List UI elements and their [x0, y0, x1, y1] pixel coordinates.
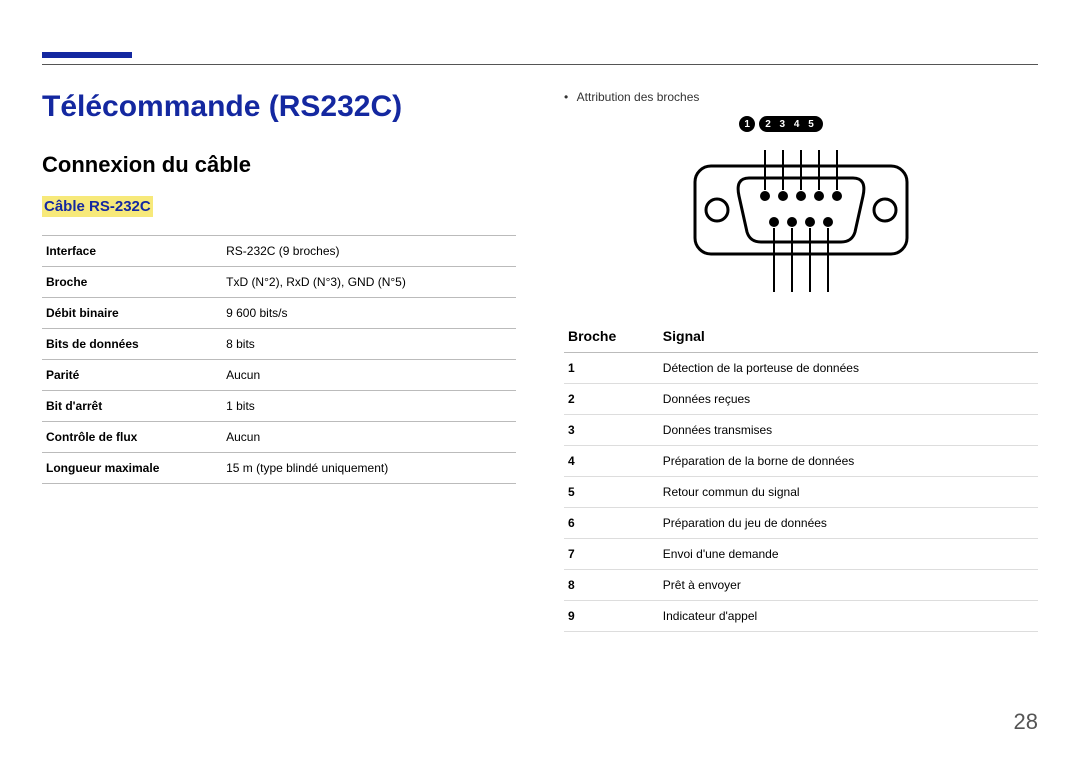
bullet-row: • Attribution des broches — [564, 90, 1038, 104]
spec-value: 9 600 bits/s — [222, 298, 516, 329]
spec-value: 15 m (type blindé uniquement) — [222, 453, 516, 484]
table-row: 8Prêt à envoyer — [564, 570, 1038, 601]
pin-number: 8 — [564, 570, 659, 601]
table-row: 7Envoi d'une demande — [564, 539, 1038, 570]
pin-number: 4 — [564, 446, 659, 477]
pin-number: 5 — [564, 477, 659, 508]
spec-key: Bits de données — [42, 329, 222, 360]
spec-value: 8 bits — [222, 329, 516, 360]
table-row: Longueur maximale15 m (type blindé uniqu… — [42, 453, 516, 484]
header-rule — [42, 64, 1038, 65]
spec-key: Parité — [42, 360, 222, 391]
pin-signal: Données reçues — [659, 384, 1038, 415]
db9-connector-icon — [691, 146, 911, 296]
table-row: 6Préparation du jeu de données — [564, 508, 1038, 539]
pin-table: Broche Signal 1Détection de la porteuse … — [564, 320, 1038, 632]
spec-key: Contrôle de flux — [42, 422, 222, 453]
table-row: Bit d'arrêt1 bits — [42, 391, 516, 422]
pin-signal: Préparation du jeu de données — [659, 508, 1038, 539]
left-column: Télécommande (RS232C) Connexion du câble… — [42, 90, 516, 703]
spec-value: TxD (N°2), RxD (N°3), GND (N°5) — [222, 267, 516, 298]
spec-key: Interface — [42, 236, 222, 267]
spec-key: Broche — [42, 267, 222, 298]
pin-signal: Données transmises — [659, 415, 1038, 446]
pin-badges: 1 2 3 4 5 — [564, 116, 1038, 132]
table-row: BrocheTxD (N°2), RxD (N°3), GND (N°5) — [42, 267, 516, 298]
pin-number: 2 — [564, 384, 659, 415]
table-row: 1Détection de la porteuse de données — [564, 353, 1038, 384]
spec-value: 1 bits — [222, 391, 516, 422]
bullet-icon: • — [564, 90, 574, 104]
table-row: 4Préparation de la borne de données — [564, 446, 1038, 477]
bullet-text: Attribution des broches — [577, 90, 700, 104]
pin-number: 1 — [564, 353, 659, 384]
table-row: 2Données reçues — [564, 384, 1038, 415]
table-row: Contrôle de fluxAucun — [42, 422, 516, 453]
header-tab-marker — [42, 52, 132, 58]
pin-number: 6 — [564, 508, 659, 539]
table-row: 5Retour commun du signal — [564, 477, 1038, 508]
pin-header-signal: Signal — [659, 320, 1038, 353]
spec-value: Aucun — [222, 422, 516, 453]
pin-number: 7 — [564, 539, 659, 570]
connector-diagram — [564, 146, 1038, 296]
pin-signal: Détection de la porteuse de données — [659, 353, 1038, 384]
pin-signal: Préparation de la borne de données — [659, 446, 1038, 477]
pin-badge-group: 2 3 4 5 — [759, 116, 823, 132]
page-title: Télécommande (RS232C) — [42, 90, 516, 124]
spec-key: Débit binaire — [42, 298, 222, 329]
table-row: ParitéAucun — [42, 360, 516, 391]
pin-signal: Envoi d'une demande — [659, 539, 1038, 570]
table-row: 3Données transmises — [564, 415, 1038, 446]
section-heading: Connexion du câble — [42, 152, 516, 178]
pin-signal: Prêt à envoyer — [659, 570, 1038, 601]
spec-table: InterfaceRS-232C (9 broches) BrocheTxD (… — [42, 235, 516, 484]
pin-number: 9 — [564, 601, 659, 632]
page-number: 28 — [1014, 709, 1038, 735]
pin-signal: Retour commun du signal — [659, 477, 1038, 508]
pin-badge-1: 1 — [739, 116, 755, 132]
table-row: Débit binaire9 600 bits/s — [42, 298, 516, 329]
spec-value: RS-232C (9 broches) — [222, 236, 516, 267]
spec-key: Longueur maximale — [42, 453, 222, 484]
table-row: 9Indicateur d'appel — [564, 601, 1038, 632]
table-row: InterfaceRS-232C (9 broches) — [42, 236, 516, 267]
table-row: Bits de données8 bits — [42, 329, 516, 360]
pin-header-broche: Broche — [564, 320, 659, 353]
right-column: • Attribution des broches 1 2 3 4 5 — [564, 90, 1038, 703]
pin-number: 3 — [564, 415, 659, 446]
pin-signal: Indicateur d'appel — [659, 601, 1038, 632]
spec-value: Aucun — [222, 360, 516, 391]
subsection-heading: Câble RS-232C — [42, 196, 153, 217]
spec-key: Bit d'arrêt — [42, 391, 222, 422]
